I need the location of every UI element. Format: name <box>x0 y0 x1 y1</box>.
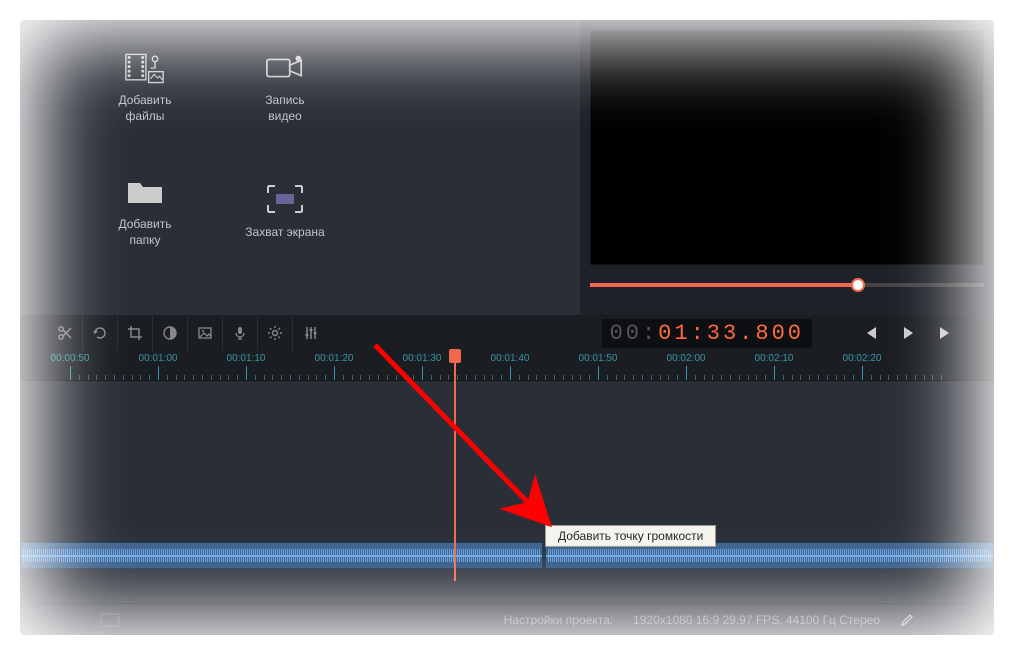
timecode-display: 00:01:33.800 <box>602 319 812 348</box>
seek-thumb[interactable] <box>851 278 865 292</box>
ruler-tick-label: 00:02:00 <box>667 353 706 364</box>
media-import-panel: Добавить файлы Запись видео <box>20 20 580 315</box>
ruler-tick-label: 00:01:20 <box>315 353 354 364</box>
timeline-toolbar <box>20 315 328 351</box>
time-ruler[interactable]: 00:00:50 00:01:00 00:01:10 00:01:20 00:01:30… <box>20 351 994 381</box>
record-video-label: Запись видео <box>265 93 304 124</box>
status-bar: Настройки проекта: 1920x1080 16:9 29.97 … <box>20 603 994 635</box>
ruler-tick-label: 00:01:10 <box>227 353 266 364</box>
rotate-icon[interactable] <box>83 315 118 351</box>
timeline-tracks[interactable] <box>20 381 994 581</box>
preview-seek-bar[interactable] <box>590 275 984 295</box>
crop-icon[interactable] <box>118 315 153 351</box>
screen-capture-icon <box>265 182 305 217</box>
playback-controls <box>862 325 954 341</box>
timeline: 00:00:50 00:01:00 00:01:10 00:01:20 00:01:30… <box>20 351 994 581</box>
add-files-label: Добавить файлы <box>118 93 171 124</box>
preview-panel <box>580 20 994 315</box>
playhead[interactable] <box>454 351 456 581</box>
audio-clip-1[interactable] <box>20 542 543 569</box>
project-settings-label: Настройки проекта: <box>504 613 613 627</box>
add-files-button[interactable]: Добавить файлы <box>90 50 200 124</box>
preview-video[interactable] <box>590 30 984 265</box>
project-settings-value: 1920x1080 16:9 29.97 FPS, 44100 Гц Стере… <box>633 613 880 627</box>
ruler-tick-label: 00:02:20 <box>843 353 882 364</box>
ruler-tick-label: 00:02:10 <box>755 353 794 364</box>
gear-icon[interactable] <box>258 315 293 351</box>
ruler-tick-label: 00:01:40 <box>491 353 530 364</box>
camera-icon <box>265 50 305 85</box>
prev-button[interactable] <box>862 325 878 341</box>
add-folder-button[interactable]: Добавить папку <box>90 174 200 248</box>
scissors-icon[interactable] <box>48 315 83 351</box>
next-button[interactable] <box>938 325 954 341</box>
pencil-icon[interactable] <box>900 613 914 627</box>
screen-capture-button[interactable]: Захват экрана <box>230 174 340 248</box>
context-menu-add-volume-point[interactable]: Добавить точку громкости <box>545 525 716 547</box>
media-files-icon <box>125 50 165 85</box>
ruler-tick-label: 00:01:30 <box>403 353 442 364</box>
audio-track[interactable] <box>20 541 994 569</box>
ruler-tick-label: 00:01:00 <box>139 353 178 364</box>
image-icon[interactable] <box>188 315 223 351</box>
record-video-button[interactable]: Запись видео <box>230 50 340 124</box>
contrast-icon[interactable] <box>153 315 188 351</box>
add-folder-label: Добавить папку <box>118 217 171 248</box>
filmstrip-icon <box>100 613 120 627</box>
equalizer-icon[interactable] <box>293 315 328 351</box>
ruler-tick-label: 00:00:50 <box>51 353 90 364</box>
ruler-tick-label: 00:01:50 <box>579 353 618 364</box>
play-button[interactable] <box>900 325 916 341</box>
screen-capture-label: Захват экрана <box>245 225 324 241</box>
folder-icon <box>125 174 165 209</box>
microphone-icon[interactable] <box>223 315 258 351</box>
